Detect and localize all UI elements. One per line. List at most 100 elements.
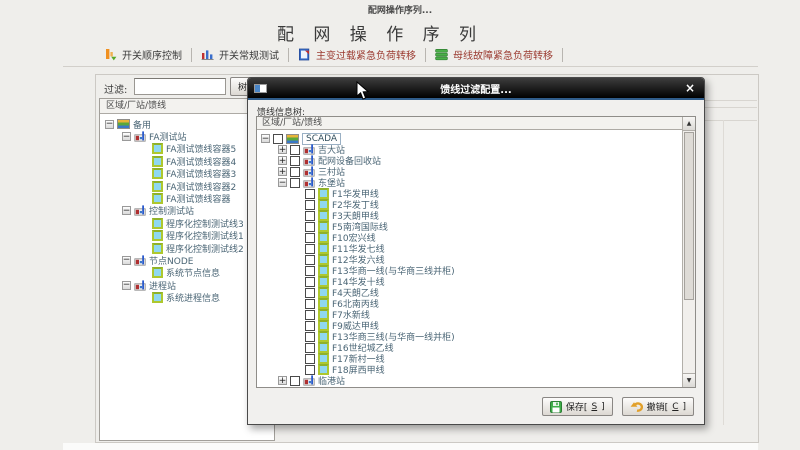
tree-column-header: 区域/厂站/馈线 <box>257 117 682 130</box>
expander-minus-icon[interactable]: − <box>122 206 131 215</box>
close-icon[interactable]: × <box>685 82 695 94</box>
checkbox-unchecked[interactable] <box>305 310 315 320</box>
tree-row[interactable]: F9威达甲线 <box>257 320 682 331</box>
tree-item-label[interactable]: 程序化控制测试线1 <box>166 229 244 242</box>
tree-item-label[interactable]: 程序化控制测试线2 <box>166 242 244 255</box>
checkbox-unchecked[interactable] <box>305 332 315 342</box>
tree-row[interactable]: F17新村一线 <box>257 353 682 364</box>
tree-indent-spacer <box>295 321 302 330</box>
checkbox-unchecked[interactable] <box>305 299 315 309</box>
toolbar-item[interactable]: 开关顺序控制 <box>95 45 191 64</box>
tree-row[interactable]: F5南湾国际线 <box>257 221 682 232</box>
tree-row[interactable]: F3天朗甲线 <box>257 210 682 221</box>
expander-plus-icon[interactable]: + <box>278 167 287 176</box>
tree-item-label[interactable]: FA测试站 <box>149 130 187 143</box>
toolbar-item[interactable]: 主变过载紧急负荷转移 <box>289 45 425 64</box>
tree-row[interactable]: F11华发七线 <box>257 243 682 254</box>
tree-row[interactable]: F2华发丁线 <box>257 199 682 210</box>
tree-item-label[interactable]: 临港站 <box>318 374 345 387</box>
tree-item-label[interactable]: FA测试馈线容器 <box>166 192 231 205</box>
tree-row[interactable]: F13华商三线(与华商一线并柜) <box>257 331 682 342</box>
expander-plus-icon[interactable]: + <box>278 156 287 165</box>
undo-button-hotkey: C <box>672 402 678 412</box>
tree-item-label[interactable]: FA测试馈线容器5 <box>166 142 236 155</box>
tree-item-label[interactable]: 系统进程信息 <box>166 291 220 304</box>
checkbox-unchecked[interactable] <box>273 134 283 144</box>
overload-transfer-icon <box>298 48 311 61</box>
tree-item-label[interactable]: FA测试馈线容器3 <box>166 167 236 180</box>
tree-item-label[interactable]: 备用 <box>133 118 151 131</box>
scroll-down-icon[interactable]: ▼ <box>683 373 695 387</box>
toolbar-item[interactable]: 开关常规测试 <box>192 45 288 64</box>
checkbox-unchecked[interactable] <box>305 211 315 221</box>
feeder-icon <box>318 298 329 309</box>
tree-row[interactable]: −东堡站 <box>257 177 682 188</box>
expander-minus-icon[interactable]: − <box>105 120 114 129</box>
checkbox-unchecked[interactable] <box>290 156 300 166</box>
routine-test-icon <box>201 48 214 61</box>
checkbox-unchecked[interactable] <box>305 233 315 243</box>
checkbox-unchecked[interactable] <box>305 255 315 265</box>
checkbox-unchecked[interactable] <box>305 244 315 254</box>
tree-row[interactable]: F12华发六线 <box>257 254 682 265</box>
expander-minus-icon[interactable]: − <box>278 178 287 187</box>
tree-row[interactable]: F7水新线 <box>257 309 682 320</box>
expander-minus-icon[interactable]: − <box>261 134 270 143</box>
checkbox-unchecked[interactable] <box>305 277 315 287</box>
vertical-scrollbar[interactable]: ▲ ▼ <box>682 117 695 387</box>
tree-item-label[interactable]: FA测试馈线容器4 <box>166 155 236 168</box>
expander-plus-icon[interactable]: + <box>278 376 287 385</box>
undo-button[interactable]: 撤销[C] <box>622 397 694 416</box>
feeder-icon <box>318 309 329 320</box>
scroll-up-icon[interactable]: ▲ <box>683 117 695 131</box>
feeder-icon <box>152 193 163 204</box>
tree-indent-spacer <box>295 222 302 231</box>
expander-minus-icon[interactable]: − <box>122 132 131 141</box>
checkbox-unchecked[interactable] <box>290 167 300 177</box>
checkbox-unchecked[interactable] <box>305 321 315 331</box>
tree-item-label[interactable]: FA测试馈线容器2 <box>166 180 236 193</box>
feeder-icon <box>152 168 163 179</box>
feeder-icon <box>152 292 163 303</box>
expander-plus-icon[interactable]: + <box>278 145 287 154</box>
checkbox-unchecked[interactable] <box>305 288 315 298</box>
tree-item-label[interactable]: 控制测试站 <box>149 204 194 217</box>
checkbox-unchecked[interactable] <box>290 145 300 155</box>
checkbox-unchecked[interactable] <box>305 365 315 375</box>
dialog-titlebar[interactable]: 馈线过滤配置... × <box>248 78 704 98</box>
toolbar-item[interactable]: 母线故障紧急负荷转移 <box>426 45 562 64</box>
tree-indent-spacer <box>295 310 302 319</box>
toolbar-separator-line <box>63 66 758 67</box>
tree-item-label[interactable]: 节点NODE <box>149 254 193 267</box>
feeder-icon <box>152 230 163 241</box>
tree-row[interactable]: F6北南丙线 <box>257 298 682 309</box>
tree-row[interactable]: F10宏兴线 <box>257 232 682 243</box>
tree-row[interactable]: F16世纪城乙线 <box>257 342 682 353</box>
feeder-icon <box>318 221 329 232</box>
checkbox-unchecked[interactable] <box>305 189 315 199</box>
checkbox-unchecked[interactable] <box>305 266 315 276</box>
checkbox-unchecked[interactable] <box>290 376 300 386</box>
feeder-tree: −SCADA+吉大站+配网设备回收站+三村站−东堡站F1华发甲线F2华发丁线F3… <box>257 132 682 387</box>
tree-item-label[interactable]: 程序化控制测试线3 <box>166 217 244 230</box>
tree-row[interactable]: F13华商一线(与华商三线并柜) <box>257 265 682 276</box>
checkbox-unchecked[interactable] <box>305 200 315 210</box>
tree-row[interactable]: + 临港站 <box>257 375 682 386</box>
tree-item-label[interactable]: 进程站 <box>149 279 176 292</box>
tree-item-label[interactable]: 系统节点信息 <box>166 266 220 279</box>
tree-row[interactable]: F14华发十线 <box>257 276 682 287</box>
expander-minus-icon[interactable]: − <box>122 281 131 290</box>
checkbox-unchecked[interactable] <box>305 222 315 232</box>
tree-row[interactable]: F1华发甲线 <box>257 188 682 199</box>
checkbox-unchecked[interactable] <box>305 354 315 364</box>
save-button[interactable]: 保存[S] <box>542 397 613 416</box>
scrollbar-thumb[interactable] <box>684 132 694 300</box>
tree-row[interactable]: F4天朗乙线 <box>257 287 682 298</box>
station-icon <box>303 375 315 386</box>
filter-input[interactable] <box>134 78 226 95</box>
undo-button-label: 撤销[ <box>647 400 669 413</box>
checkbox-unchecked[interactable] <box>305 343 315 353</box>
checkbox-unchecked[interactable] <box>290 178 300 188</box>
toolbar-item-label: 主变过载紧急负荷转移 <box>316 47 416 62</box>
expander-minus-icon[interactable]: − <box>122 256 131 265</box>
